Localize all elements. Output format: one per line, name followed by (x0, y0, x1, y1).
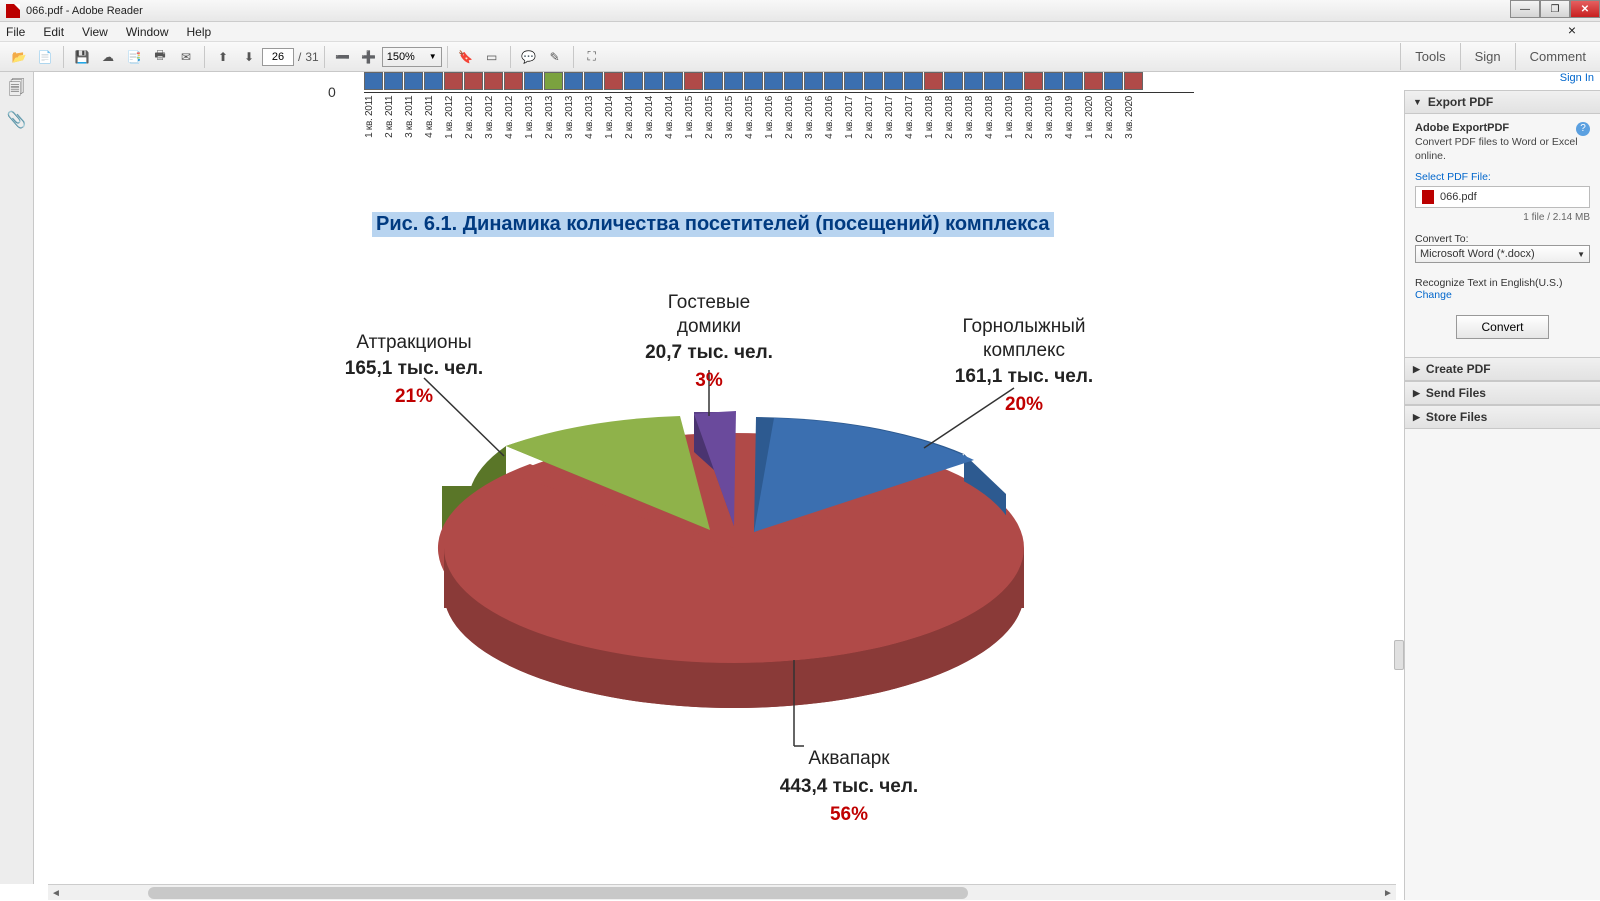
read-mode-icon[interactable]: ⛶ (581, 46, 603, 68)
document-area[interactable]: 0 1 кв. 20112 кв. 20113 кв. 20114 кв. 20… (34, 72, 1404, 884)
svg-text:Аквапарк: Аквапарк (808, 748, 890, 769)
svg-text:Гостевые: Гостевые (668, 292, 750, 313)
svg-text:20%: 20% (1005, 394, 1043, 415)
scroll-right-icon[interactable]: ► (1380, 885, 1396, 901)
create-pdf-icon[interactable]: 📄 (34, 46, 56, 68)
pdf-icon (1422, 190, 1434, 204)
comment-bubble-icon[interactable]: 💬 (518, 46, 540, 68)
attachments-icon[interactable]: 📎 (7, 110, 27, 130)
right-panel: ▼Export PDF ? Adobe ExportPDF Convert PD… (1404, 90, 1600, 900)
page-separator: / (298, 50, 301, 64)
app-icon (6, 4, 20, 18)
tab-tools[interactable]: Tools (1400, 43, 1459, 70)
brand-desc: Convert PDF files to Word or Excel onlin… (1415, 136, 1590, 163)
window-controls: — ❐ ✕ (1510, 0, 1600, 18)
window-title: 066.pdf - Adobe Reader (26, 5, 143, 17)
sign-in-link[interactable]: Sign In (1560, 72, 1594, 84)
zoom-in-icon[interactable]: ➕ (358, 46, 380, 68)
menu-bar: File Edit View Window Help × (0, 22, 1600, 42)
send-files-header[interactable]: ▶Send Files (1405, 381, 1600, 405)
cloud-icon[interactable]: ☁ (97, 46, 119, 68)
tab-sign[interactable]: Sign (1460, 43, 1515, 70)
figure-caption: Рис. 6.1. Динамика количества посетителе… (372, 212, 1054, 237)
select-file-label: Select PDF File: (1415, 171, 1590, 183)
change-link[interactable]: Change (1415, 289, 1590, 301)
export-pdf-header[interactable]: ▼Export PDF (1405, 90, 1600, 114)
selected-file[interactable]: 066.pdf (1415, 186, 1590, 208)
toolbar: 📂 📄 💾 ☁ 📑 🖶 ✉ ⬆ ⬇ / 31 ➖ ➕ 150%▼ 🔖 ▭ 💬 ✎… (0, 42, 1600, 72)
selected-file-name: 066.pdf (1440, 191, 1477, 203)
close-button[interactable]: ✕ (1570, 0, 1600, 18)
svg-text:Горнолыжный: Горнолыжный (962, 316, 1085, 337)
fit-page-icon[interactable]: ▭ (481, 46, 503, 68)
scroll-thumb[interactable] (148, 887, 968, 899)
page-down-icon[interactable]: ⬇ (238, 46, 260, 68)
panel-resizer[interactable] (1394, 640, 1404, 670)
store-files-header[interactable]: ▶Store Files (1405, 405, 1600, 429)
title-bar: 066.pdf - Adobe Reader — ❐ ✕ (0, 0, 1600, 22)
convert-to-select[interactable]: Microsoft Word (*.docx)▼ (1415, 245, 1590, 263)
zoom-out-icon[interactable]: ➖ (332, 46, 354, 68)
create-pdf-header[interactable]: ▶Create PDF (1405, 357, 1600, 381)
svg-text:161,1 тыс. чел.: 161,1 тыс. чел. (955, 366, 1093, 387)
thumbnails-icon[interactable]: 🗐 (7, 80, 27, 100)
svg-text:3%: 3% (695, 370, 723, 391)
svg-text:комплекс: комплекс (983, 340, 1065, 361)
horizontal-scrollbar[interactable]: ◄ ► (48, 884, 1396, 900)
bar-chart-fragment: 0 1 кв. 20112 кв. 20113 кв. 20114 кв. 20… (334, 72, 1194, 172)
help-icon[interactable]: ? (1576, 122, 1590, 136)
svg-text:Аттракционы: Аттракционы (356, 332, 471, 353)
page-total: 31 (305, 50, 318, 64)
menu-edit[interactable]: Edit (43, 25, 64, 39)
svg-text:165,1 тыс. чел.: 165,1 тыс. чел. (345, 358, 483, 379)
svg-text:21%: 21% (395, 386, 433, 407)
svg-text:443,4 тыс. чел.: 443,4 тыс. чел. (780, 776, 918, 797)
menu-window[interactable]: Window (126, 25, 169, 39)
left-rail: 🗐 📎 (0, 72, 34, 884)
open-icon[interactable]: 📂 (8, 46, 30, 68)
convert-to-label: Convert To: (1415, 233, 1590, 245)
file-info: 1 file / 2.14 MB (1415, 212, 1590, 223)
zoom-select[interactable]: 150%▼ (382, 47, 442, 67)
email-icon[interactable]: ✉ (175, 46, 197, 68)
svg-text:56%: 56% (830, 804, 868, 825)
highlight-icon[interactable]: ✎ (544, 46, 566, 68)
svg-text:20,7 тыс. чел.: 20,7 тыс. чел. (645, 342, 773, 363)
maximize-button[interactable]: ❐ (1540, 0, 1570, 18)
pie-chart: Аттракционы 165,1 тыс. чел. 21% Гостевые… (294, 248, 1194, 884)
scroll-left-icon[interactable]: ◄ (48, 885, 64, 901)
svg-text:домики: домики (677, 316, 741, 337)
minimize-button[interactable]: — (1510, 0, 1540, 18)
save-icon[interactable]: 💾 (71, 46, 93, 68)
tab-comment[interactable]: Comment (1515, 43, 1600, 70)
brand-title: Adobe ExportPDF (1415, 122, 1590, 134)
menu-file[interactable]: File (6, 25, 25, 39)
recognize-text-label: Recognize Text in English(U.S.) (1415, 277, 1590, 289)
convert-button[interactable]: Convert (1456, 315, 1548, 339)
save-disk-icon[interactable]: 📑 (123, 46, 145, 68)
page-number-input[interactable] (262, 48, 294, 66)
menu-view[interactable]: View (82, 25, 108, 39)
print-icon[interactable]: 🖶 (149, 46, 171, 68)
y-zero-label: 0 (328, 84, 336, 100)
bookmark-icon[interactable]: 🔖 (455, 46, 477, 68)
page-up-icon[interactable]: ⬆ (212, 46, 234, 68)
close-document-icon[interactable]: × (1568, 22, 1576, 38)
menu-help[interactable]: Help (187, 25, 212, 39)
